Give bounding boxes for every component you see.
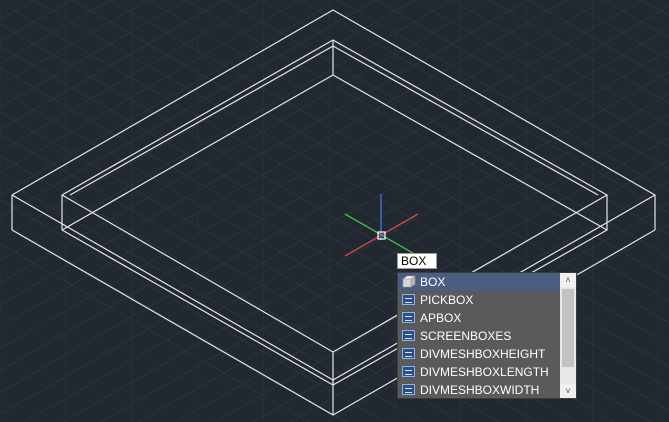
autocomplete-item-label: SCREENBOXES xyxy=(420,329,512,343)
system-variable-icon xyxy=(402,312,415,323)
autocomplete-item-label: DIVMESHBOXHEIGHT xyxy=(420,347,546,361)
autocomplete-item-label: APBOX xyxy=(420,311,462,325)
autocomplete-item[interactable]: DIVMESHBOXLENGTH xyxy=(398,363,560,381)
crosshair-cursor xyxy=(344,194,419,257)
grid-line xyxy=(0,155,462,422)
scroll-down-icon[interactable]: ˅ xyxy=(560,384,576,398)
grid-line xyxy=(0,0,111,65)
dynamic-input-command[interactable]: BOX xyxy=(397,253,437,269)
grid-line xyxy=(0,0,149,87)
autocomplete-item[interactable]: DIVMESHBOXHEIGHT xyxy=(398,345,560,363)
autocomplete-item[interactable]: BOX xyxy=(398,273,560,291)
autocomplete-items: BOX PICKBOX APBOX SCREENBOXES DIVMESHBOXHEIG… xyxy=(398,273,560,399)
scroll-up-icon[interactable]: ˄ xyxy=(560,273,576,287)
autocomplete-item-label: PICKBOX xyxy=(420,293,474,307)
autocomplete-item-label: DIVMESHBOXLENGTH xyxy=(420,365,549,379)
grid-line xyxy=(0,0,377,218)
box-3d-icon xyxy=(402,275,416,288)
autocomplete-item[interactable]: PICKBOX xyxy=(398,291,560,309)
grid-line xyxy=(603,0,669,39)
autocomplete-item[interactable]: DIVMESHBOXWIDTH xyxy=(398,381,560,399)
autocomplete-item[interactable]: APBOX xyxy=(398,309,560,327)
grid-line xyxy=(0,243,310,422)
command-input-text: BOX xyxy=(401,254,427,268)
grid-line xyxy=(0,0,301,174)
system-variable-icon xyxy=(402,348,415,359)
autocomplete-scrollbar[interactable]: ˄ ˅ xyxy=(560,273,576,398)
scrollbar-thumb[interactable] xyxy=(562,289,574,367)
command-autocomplete-list[interactable]: BOX PICKBOX APBOX SCREENBOXES DIVMESHBOXHEIG… xyxy=(397,272,577,399)
grid-line xyxy=(0,0,187,108)
drawing-viewport[interactable]: BOX BOX PICKBOX APBOX SCREENBOXES DIVMESHBOX… xyxy=(0,0,669,422)
autocomplete-item-label: BOX xyxy=(420,275,446,289)
autocomplete-item-label: DIVMESHBOXWIDTH xyxy=(420,383,540,397)
autocomplete-item[interactable]: SCREENBOXES xyxy=(398,327,560,345)
system-variable-icon xyxy=(402,384,415,395)
system-variable-icon xyxy=(402,330,415,341)
grid-line xyxy=(100,93,669,422)
system-variable-icon xyxy=(402,366,415,377)
system-variable-icon xyxy=(402,294,415,305)
